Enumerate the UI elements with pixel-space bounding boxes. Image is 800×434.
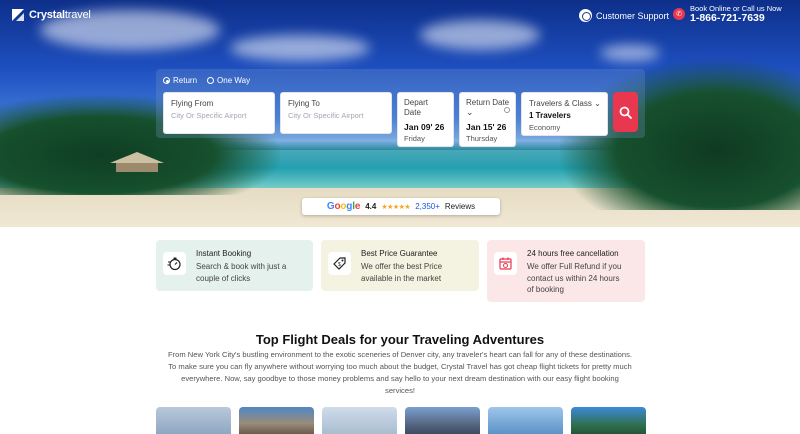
support-icon (579, 9, 592, 22)
feature-title: Best Price Guarantee (361, 249, 438, 258)
trip-type-return[interactable]: Return (163, 76, 197, 85)
deal-thumbnail[interactable] (239, 407, 314, 434)
cloud (230, 35, 370, 61)
chevron-down-icon: ⌄ (594, 99, 601, 108)
rating-score: 4.4 (365, 202, 377, 211)
travelers-label: Travelers & Class ⌄ (529, 99, 601, 108)
cloud (420, 20, 540, 50)
feature-card-instant-booking: Instant Booking Search & book with just … (156, 240, 313, 291)
deal-thumbnail[interactable] (571, 407, 646, 434)
cloud (600, 45, 660, 61)
clear-return-icon[interactable] (504, 107, 510, 113)
depart-date-value: Jan 09' 26 (404, 122, 445, 132)
feature-card-best-price: $ Best Price Guarantee We offer the best… (321, 240, 479, 291)
deal-thumbnail[interactable] (322, 407, 397, 434)
deal-thumbnail[interactable] (405, 407, 480, 434)
flying-from-label: Flying From (171, 99, 214, 108)
logo-icon (12, 9, 24, 21)
feature-description: We offer the best Price available in the… (361, 262, 443, 283)
radio-one-way[interactable] (207, 77, 215, 84)
stopwatch-icon (163, 252, 186, 275)
flying-from-field[interactable]: Flying From City Or Specific Airport (163, 92, 275, 134)
feature-description: Search & book with just a couple of clic… (196, 262, 287, 283)
reviews-count: 2,350+ (415, 202, 440, 211)
logo-text: Crystaltravel (29, 9, 91, 21)
phone-contact[interactable]: ✆ Book Online or Call us Now 1-866-721-7… (673, 5, 782, 24)
depart-day: Friday (404, 134, 425, 143)
depart-label: Depart Date (404, 98, 429, 117)
trip-type-selector: Return One Way (163, 76, 250, 85)
calendar-cancel-icon (494, 252, 517, 275)
deal-thumbnail[interactable] (488, 407, 563, 434)
feature-description: We offer Full Refund if you contact us w… (527, 262, 622, 295)
price-tag-icon: $ (328, 252, 351, 275)
feature-card-free-cancellation: 24 hours free cancellation We offer Full… (487, 240, 645, 302)
flying-to-placeholder: City Or Specific Airport (288, 111, 364, 120)
phone-icon: ✆ (673, 8, 685, 21)
google-logo: Google (326, 201, 361, 212)
feature-title: Instant Booking (196, 249, 252, 258)
customer-support-link[interactable]: Customer Support (579, 9, 669, 22)
travelers-value: 1 Travelers (529, 111, 571, 120)
beach-hut-icon (110, 152, 164, 172)
feature-title: 24 hours free cancellation (527, 249, 619, 258)
chevron-down-icon: ⌄ (466, 107, 474, 117)
flying-from-placeholder: City Or Specific Airport (171, 111, 247, 120)
reviews-label: Reviews (444, 202, 476, 211)
phone-number: 1-866-721-7639 (690, 11, 765, 24)
return-day: Thursday (466, 134, 498, 143)
star-rating-icon: ★★★★★ (381, 203, 411, 211)
flying-to-label: Flying To (288, 99, 320, 108)
class-value: Economy (529, 123, 561, 132)
trip-type-label: One Way (217, 76, 251, 85)
trip-type-label: Return (173, 76, 198, 85)
google-rating-badge[interactable]: Google 4.4 ★★★★★ 2,350+ Reviews (302, 198, 500, 215)
section-title: Top Flight Deals for your Traveling Adve… (255, 332, 545, 347)
deal-thumbnail[interactable] (156, 407, 231, 434)
flying-to-field[interactable]: Flying To City Or Specific Airport (280, 92, 392, 134)
support-label: Customer Support (596, 10, 670, 21)
radio-return[interactable] (163, 77, 170, 84)
travelers-class-field[interactable]: Travelers & Class ⌄ 1 Travelers Economy (521, 92, 608, 136)
return-date-field[interactable]: Return Date ⌄ Jan 15' 26 Thursday (459, 92, 516, 147)
trip-type-one-way[interactable]: One Way (207, 76, 250, 85)
depart-date-field[interactable]: Depart Date Jan 09' 26 Friday (397, 92, 454, 147)
svg-text:$: $ (338, 262, 341, 268)
site-logo[interactable]: Crystaltravel (11, 8, 91, 22)
return-date-value: Jan 15' 26 (466, 122, 507, 132)
search-icon (619, 106, 632, 119)
section-description: From New York City's bustling environmen… (167, 350, 633, 396)
search-button[interactable] (613, 92, 638, 132)
